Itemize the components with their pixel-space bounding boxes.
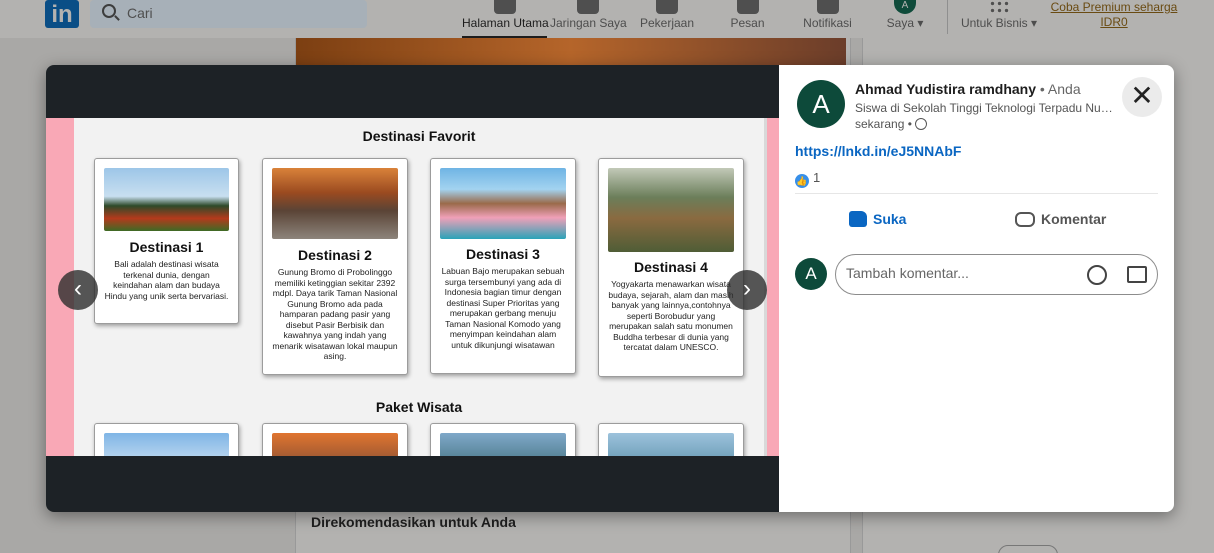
nav-me[interactable]: A Saya ▾ (884, 0, 926, 38)
section-title: Destinasi Favorit (362, 128, 476, 144)
destination-description: Gunung Bromo di Probolinggo memiliki ket… (272, 267, 398, 361)
like-button[interactable]: Suka (849, 211, 906, 227)
destination-title: Destinasi 2 (298, 247, 372, 263)
top-navigation-bar: in Cari Halaman Utama Jaringan Saya Peke… (0, 0, 1214, 38)
package-card (94, 423, 239, 456)
package-card (598, 423, 744, 456)
nav-messages[interactable]: Pesan (725, 0, 770, 38)
destination-description: Yogyakarta menawarkan wisata budaya, sej… (608, 279, 734, 352)
package-card (430, 423, 576, 456)
author-name: Ahmad Yudistira ramdhany (855, 81, 1037, 97)
feed-post-image (296, 38, 846, 68)
avatar: A (894, 0, 916, 14)
commenter-avatar: A (795, 258, 827, 290)
destination-description: Labuan Bajo merupakan sebuah surga terse… (441, 266, 565, 350)
destination-photo (272, 168, 398, 239)
package-photo (440, 433, 566, 456)
search-box[interactable]: Cari (90, 0, 367, 28)
destination-title: Destinasi 1 (129, 239, 204, 255)
nav-jobs[interactable]: Pekerjaan (638, 0, 696, 38)
chevron-right-icon: › (743, 275, 751, 302)
reaction-count[interactable]: 👍 1 (795, 170, 820, 188)
destination-description: Bali adalah destinasi wisata terkenal du… (104, 259, 229, 301)
comment-button[interactable]: Komentar (1015, 211, 1106, 227)
destination-title: Destinasi 4 (634, 259, 708, 275)
destination-photo (608, 168, 734, 252)
nav-divider (947, 0, 948, 34)
like-reaction-icon: 👍 (795, 174, 809, 188)
search-placeholder: Cari (127, 5, 153, 21)
close-icon: ✕ (1130, 80, 1154, 111)
people-icon (576, 0, 599, 14)
comment-box[interactable] (835, 254, 1158, 295)
thumbs-up-icon (849, 211, 867, 227)
previous-image-button[interactable]: ‹ (58, 270, 98, 310)
destination-title: Destinasi 3 (466, 246, 540, 262)
author-suffix: • Anda (1036, 81, 1081, 97)
chevron-left-icon: ‹ (74, 275, 82, 302)
author-line[interactable]: Ahmad Yudistira ramdhany • Anda (855, 81, 1081, 97)
image-icon[interactable] (1127, 266, 1147, 283)
author-avatar[interactable]: A (797, 80, 845, 128)
premium-link[interactable]: Coba Premium seharga IDR0 (1049, 0, 1179, 30)
destination-card: Destinasi 3 Labuan Bajo merupakan sebuah… (430, 158, 576, 374)
post-modal: Destinasi Favorit Destinasi 1 Bali adala… (46, 65, 1174, 512)
comment-input[interactable] (846, 265, 1076, 281)
image-viewer: Destinasi Favorit Destinasi 1 Bali adala… (46, 65, 779, 512)
section-title: Paket Wisata (375, 399, 463, 415)
destination-photo (440, 168, 566, 239)
briefcase-icon (656, 0, 678, 14)
post-details-panel: A Ahmad Yudistira ramdhany • Anda Siswa … (779, 65, 1174, 512)
nav-home[interactable]: Halaman Utama (462, 0, 549, 38)
author-headline: Siswa di Sekolah Tinggi Teknologi Terpad… (855, 101, 1113, 115)
package-card (262, 423, 408, 456)
post-link[interactable]: https://lnkd.in/eJ5NNAbF (795, 143, 961, 159)
bell-icon (816, 0, 839, 14)
package-photo (104, 433, 229, 456)
package-photo (608, 433, 734, 456)
message-icon (736, 0, 759, 14)
comment-icon (1015, 212, 1035, 227)
post-image: Destinasi Favorit Destinasi 1 Bali adala… (46, 118, 779, 456)
home-icon (493, 0, 516, 14)
emoji-icon[interactable] (1087, 265, 1107, 285)
destination-card: Destinasi 2 Gunung Bromo di Probolinggo … (262, 158, 408, 375)
destination-card: Destinasi 4 Yogyakarta menawarkan wisata… (598, 158, 744, 377)
package-photo (272, 433, 398, 456)
destination-card: Destinasi 1 Bali adalah destinasi wisata… (94, 158, 239, 324)
post-time: sekarang • (855, 117, 927, 131)
grid-icon (989, 0, 1009, 14)
linkedin-logo[interactable]: in (45, 0, 79, 28)
close-button[interactable]: ✕ (1122, 77, 1162, 117)
website-screenshot: Destinasi Favorit Destinasi 1 Bali adala… (74, 118, 764, 456)
recommended-heading: Direkomendasikan untuk Anda (311, 514, 516, 530)
globe-icon (914, 118, 927, 130)
destination-photo (104, 168, 229, 231)
next-image-button[interactable]: › (727, 270, 767, 310)
nav-business[interactable]: Untuk Bisnis ▾ (958, 0, 1040, 38)
messaging-bubble[interactable] (998, 545, 1058, 553)
divider (795, 193, 1158, 194)
search-icon (102, 4, 116, 18)
nav-network[interactable]: Jaringan Saya (550, 0, 627, 38)
nav-notifications[interactable]: Notifikasi (800, 0, 855, 38)
